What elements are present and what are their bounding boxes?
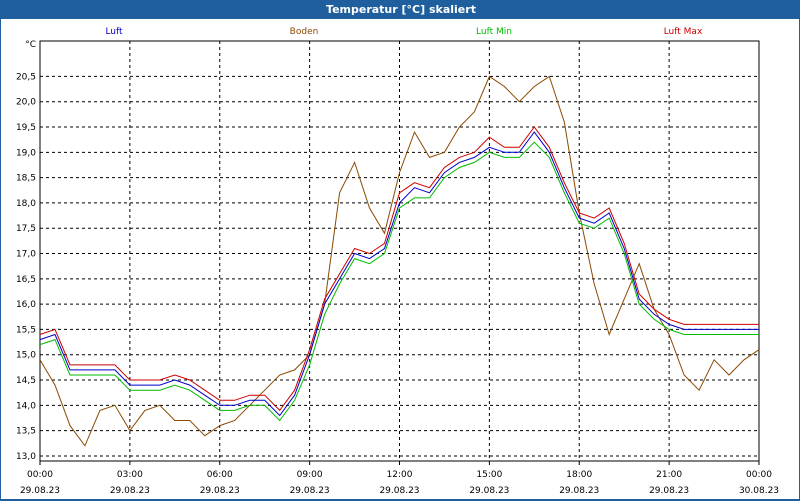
y-tick-label: 16,5	[16, 275, 36, 285]
x-tick-date: 29.08.23	[379, 486, 419, 496]
y-tick-label: 19,0	[16, 148, 36, 158]
x-tick-time: 06:00	[207, 470, 233, 480]
x-tick-date: 29.08.23	[649, 486, 689, 496]
y-tick-label: 20,5	[16, 72, 36, 82]
y-tick-label: 15,5	[16, 325, 36, 335]
x-tick-time: 18:00	[566, 470, 592, 480]
y-tick-label: 19,5	[16, 123, 36, 133]
x-tick-date: 29.08.23	[290, 486, 330, 496]
legend-entry: Luft	[105, 27, 123, 37]
x-tick-time: 15:00	[476, 470, 502, 480]
y-tick-label: 18,5	[16, 174, 36, 184]
temperature-chart: 13,0 13,5 14,0 14,5 15,0 15,5 16,0 16,5 17,0 17,5…	[16, 27, 779, 496]
y-tick-label: 17,5	[16, 224, 36, 234]
chart-window: Temperatur [°C] skaliert 13,0 13,5 14,0 14,…	[0, 0, 800, 500]
x-tick-date: 29.08.23	[20, 486, 60, 496]
y-tick-label: 14,5	[16, 376, 36, 386]
y-tick-label: 16,0	[16, 300, 36, 310]
x-tick-time: 00:00	[27, 470, 53, 480]
y-tick-label: 13,5	[16, 427, 36, 437]
x-tick-date: 30.08.23	[739, 486, 779, 496]
y-tick-label: 20,0	[16, 98, 36, 108]
x-tick-date: 29.08.23	[110, 486, 150, 496]
legend-entry: Luft Max	[664, 27, 703, 37]
x-tick-time: 12:00	[387, 470, 413, 480]
x-tick-time: 09:00	[297, 470, 323, 480]
x-tick-time: 00:00	[746, 470, 772, 480]
x-tick-time: 03:00	[117, 470, 143, 480]
y-tick-label: 17,0	[16, 250, 36, 260]
y-axis-label: °C	[25, 40, 36, 50]
y-tick-label: 18,0	[16, 199, 36, 209]
x-tick-date: 29.08.23	[200, 486, 240, 496]
x-tick-date: 29.08.23	[469, 486, 509, 496]
legend-entry: Luft Min	[476, 27, 512, 37]
x-tick-time: 21:00	[656, 470, 682, 480]
y-tick-label: 15,0	[16, 351, 36, 361]
legend-entry: Boden	[290, 27, 319, 37]
y-tick-label: 14,0	[16, 401, 36, 411]
x-tick-date: 29.08.23	[559, 486, 599, 496]
y-tick-label: 13,0	[16, 452, 36, 462]
